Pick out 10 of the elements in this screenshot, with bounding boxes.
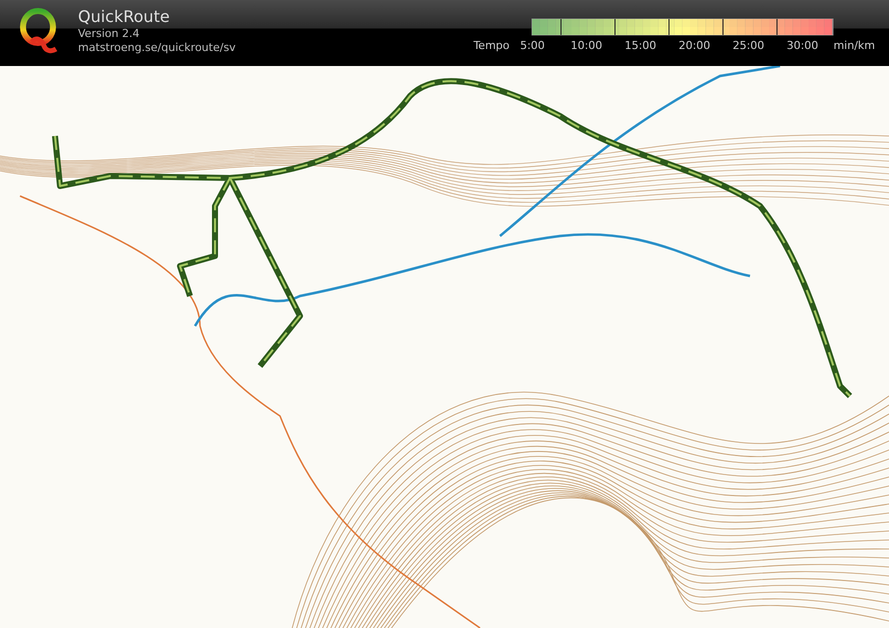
scale-tick-label: 15:00 <box>624 39 658 52</box>
scale-tick-label: 30:00 <box>786 39 820 52</box>
website-link[interactable]: matstroeng.se/quickroute/sv <box>78 41 236 55</box>
unit-label: min/km <box>833 39 875 52</box>
scale-tick-label: 25:00 <box>732 39 766 52</box>
version-text: Version 2.4 <box>78 27 140 41</box>
scale-tick-label: 10:00 <box>570 39 604 52</box>
app-title: QuickRoute <box>78 7 171 27</box>
logo-icon <box>18 8 58 54</box>
scale-tick-label: 20:00 <box>678 39 712 52</box>
